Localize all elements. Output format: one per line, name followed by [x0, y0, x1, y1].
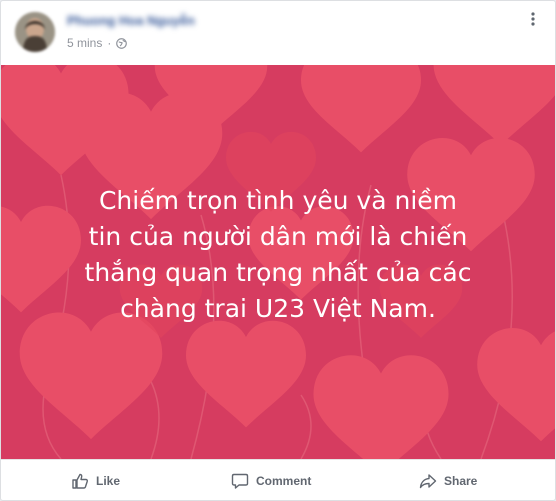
- globe-icon[interactable]: [116, 37, 128, 49]
- post-card: Phuong Hoa Nguyễn 5 mins · Chiếm trọn tì…: [0, 0, 556, 501]
- post-meta: 5 mins ·: [67, 36, 128, 50]
- post-text: Chiếm trọn tình yêu và niềm tin của ngườ…: [84, 186, 472, 323]
- share-icon: [419, 473, 437, 488]
- post-header: Phuong Hoa Nguyễn 5 mins ·: [1, 1, 555, 65]
- like-button[interactable]: Like: [71, 465, 120, 497]
- meta-separator: ·: [107, 36, 112, 50]
- share-label: Share: [444, 473, 478, 488]
- action-bar: Like Comment Share: [1, 459, 555, 500]
- like-label: Like: [96, 473, 121, 488]
- more-options-icon[interactable]: [525, 11, 541, 27]
- share-button[interactable]: Share: [419, 465, 477, 497]
- like-icon: [72, 473, 89, 489]
- post-background-image[interactable]: Chiếm trọn tình yêu và niềm tin của ngườ…: [1, 65, 555, 459]
- avatar-image: [15, 12, 55, 52]
- avatar[interactable]: [15, 12, 55, 52]
- comment-button[interactable]: Comment: [231, 465, 311, 497]
- comment-label: Comment: [256, 473, 312, 488]
- comment-icon: [231, 473, 249, 489]
- author-name[interactable]: Phuong Hoa Nguyễn: [67, 13, 195, 28]
- post-timestamp[interactable]: 5 mins: [67, 36, 102, 50]
